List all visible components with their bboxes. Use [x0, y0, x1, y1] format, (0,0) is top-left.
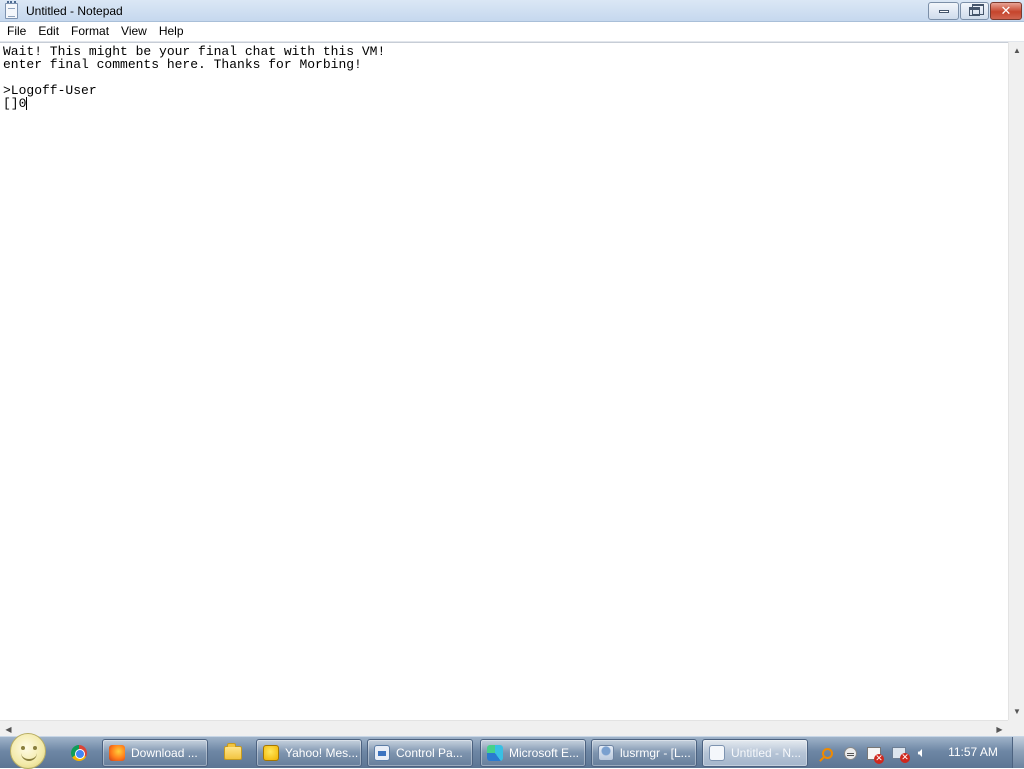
scroll-up-icon[interactable]: ▲	[1009, 42, 1024, 59]
taskbar-pinned-chrome[interactable]	[66, 740, 92, 766]
show-desktop-button[interactable]	[1012, 737, 1024, 768]
action-center-icon	[867, 746, 884, 764]
start-button[interactable]	[8, 733, 48, 769]
task-label: Download ...	[131, 746, 198, 760]
task-label: Untitled - N...	[731, 746, 802, 760]
taskbar-task-lusrmgr[interactable]: lusrmgr - [L...	[591, 739, 697, 767]
tray-volume[interactable]: 🔈︎	[912, 740, 932, 766]
scroll-down-icon[interactable]: ▼	[1009, 703, 1024, 720]
title-bar[interactable]: Untitled - Notepad ✕	[0, 0, 1024, 22]
vertical-scrollbar[interactable]: ▲ ▼	[1008, 42, 1024, 720]
yahoo-messenger-icon	[263, 745, 279, 761]
menu-help[interactable]: Help	[153, 22, 190, 41]
menu-file[interactable]: File	[0, 22, 32, 41]
taskbar-task-edge[interactable]: Microsoft E...	[480, 739, 586, 767]
task-label: lusrmgr - [L...	[620, 746, 691, 760]
minimize-button[interactable]	[928, 2, 959, 20]
editor-line: []0	[3, 96, 27, 111]
restore-icon	[969, 3, 984, 16]
scroll-left-icon[interactable]: ◀	[0, 721, 17, 737]
task-label: Control Pa...	[396, 746, 463, 760]
tray-message[interactable]	[840, 740, 860, 766]
folder-icon	[224, 743, 242, 760]
taskbar-task-download[interactable]: Download ...	[102, 739, 208, 767]
control-panel-icon	[374, 745, 390, 761]
menu-edit[interactable]: Edit	[32, 22, 65, 41]
task-label: Yahoo! Mes...	[285, 746, 359, 760]
text-caret	[26, 97, 28, 110]
start-orb-icon	[10, 733, 46, 769]
window-controls: ✕	[927, 2, 1022, 20]
minimize-icon	[938, 9, 949, 13]
taskbar-pinned-explorer[interactable]	[220, 740, 246, 766]
volume-icon: 🔈︎	[917, 745, 927, 761]
tray-action-center[interactable]	[864, 740, 884, 766]
search-icon	[821, 747, 833, 759]
menu-view[interactable]: View	[115, 22, 153, 41]
lusrmgr-icon	[598, 745, 614, 761]
window-title: Untitled - Notepad	[26, 4, 123, 18]
taskbar-task-notepad[interactable]: Untitled - N...	[702, 739, 808, 767]
notepad-icon[interactable]	[5, 1, 18, 19]
scrollbar-corner	[1008, 720, 1024, 736]
scroll-right-icon[interactable]: ▶	[991, 721, 1008, 737]
notepad-icon	[709, 745, 725, 761]
tray-network[interactable]	[889, 740, 910, 766]
message-icon	[843, 746, 857, 760]
text-editor[interactable]: Wait! This might be your final chat with…	[0, 42, 1008, 720]
chrome-icon	[71, 745, 87, 761]
edge-icon	[487, 745, 503, 761]
network-icon	[892, 747, 910, 763]
taskbar-task-control-panel[interactable]: Control Pa...	[367, 739, 473, 767]
close-button[interactable]: ✕	[990, 2, 1022, 20]
firefox-icon	[109, 745, 125, 761]
menu-format[interactable]: Format	[65, 22, 115, 41]
taskbar-task-yahoo[interactable]: Yahoo! Mes...	[256, 739, 362, 767]
editor-line: enter final comments here. Thanks for Mo…	[3, 57, 362, 72]
menu-bar: File Edit Format View Help	[0, 22, 1024, 42]
horizontal-scrollbar[interactable]: ◀ ▶	[0, 720, 1008, 736]
editor-content: Wait! This might be your final chat with…	[3, 45, 385, 110]
restore-button[interactable]	[960, 2, 989, 20]
tray-search[interactable]	[817, 740, 837, 766]
task-label: Microsoft E...	[509, 746, 580, 760]
close-icon: ✕	[1000, 3, 1012, 19]
taskbar-clock[interactable]: 11:57 AM	[940, 736, 1006, 768]
